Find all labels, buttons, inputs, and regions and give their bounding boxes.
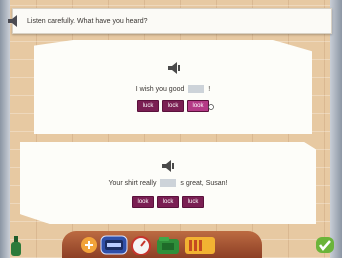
bottom-toolbar (0, 230, 342, 258)
question-sentence-1: I wish you good ! (34, 85, 312, 93)
answer-blank (188, 85, 205, 93)
option-button[interactable]: lock (157, 196, 179, 208)
folder-icon[interactable] (156, 235, 180, 255)
answer-blank (160, 179, 177, 187)
speaker-icon[interactable] (7, 13, 23, 29)
instruction-bar: Listen carefully. What have you heard? (8, 8, 332, 34)
right-frame (330, 0, 342, 258)
sentence-part: ! (208, 85, 211, 93)
speaker-icon[interactable] (161, 160, 175, 172)
option-button[interactable]: luck (182, 196, 204, 208)
bottle-icon[interactable] (10, 236, 22, 256)
question-card-1: I wish you good ! luck lock look (34, 40, 312, 134)
option-button[interactable]: lock (162, 100, 184, 112)
gauge-icon[interactable] (130, 235, 152, 255)
answer-options-1: luck lock look (34, 100, 312, 112)
check-icon[interactable] (315, 236, 335, 254)
book-icon[interactable] (184, 235, 216, 255)
left-frame (0, 0, 10, 258)
sentence-part: Your shirt really (108, 179, 157, 187)
instruction-text: Listen carefully. What have you heard? (27, 17, 148, 25)
app-window: Listen carefully. What have you heard? I… (0, 0, 342, 258)
tools-icon[interactable] (80, 236, 98, 254)
option-button[interactable]: luck (137, 100, 159, 112)
option-button[interactable]: look (132, 196, 154, 208)
cursor-icon (208, 104, 214, 110)
question-sentence-2: Your shirt really s great, Susan! (20, 179, 316, 187)
clock-icon[interactable] (100, 235, 128, 255)
speaker-icon[interactable] (167, 62, 181, 74)
sentence-part: s great, Susan! (180, 179, 228, 187)
answer-options-2: look lock luck (20, 196, 316, 208)
sentence-part: I wish you good (135, 85, 185, 93)
question-card-2: Your shirt really s great, Susan! look l… (20, 142, 316, 224)
option-button[interactable]: look (187, 100, 209, 112)
